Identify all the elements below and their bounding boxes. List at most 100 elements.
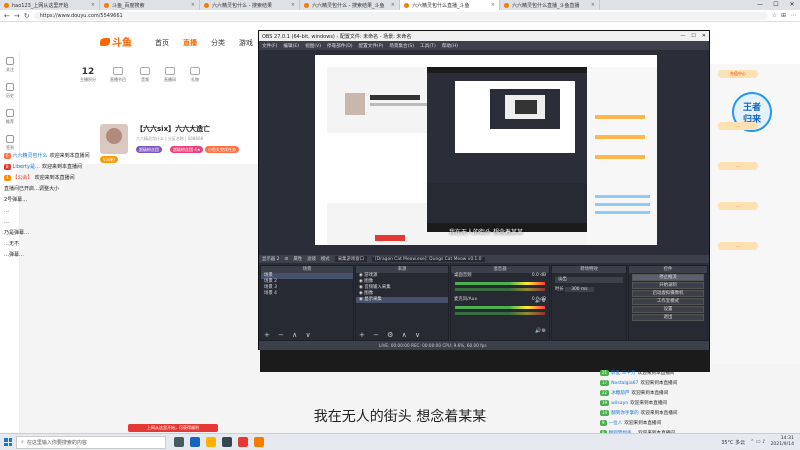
side-button[interactable]: 充值中心 — [718, 70, 758, 78]
menu-scene-collection[interactable]: 场景集合(S) — [389, 43, 414, 49]
start-button[interactable] — [0, 434, 16, 450]
scene-item[interactable]: 场景 4 — [261, 291, 353, 297]
chat-row[interactable]: 2号弹幕… — [0, 194, 260, 205]
browser-tab-active[interactable]: 六六精灵包什么直播_斗鱼 × — [400, 0, 500, 10]
douyu-logo[interactable]: 斗鱼 — [100, 34, 132, 49]
exit-button[interactable]: 退出 — [632, 314, 704, 321]
close-window-button[interactable]: ✕ — [702, 33, 706, 39]
minimize-button[interactable]: — — [680, 33, 685, 39]
nav-games[interactable]: 游戏 — [239, 38, 253, 48]
menu-docks[interactable]: 停靠部件(D) — [327, 43, 353, 49]
gear-icon[interactable]: ⚙ — [284, 257, 288, 262]
close-icon[interactable]: × — [191, 2, 195, 8]
rail-follow[interactable]: 关注 — [0, 52, 20, 78]
chat-row[interactable]: …弹幕… — [0, 249, 260, 260]
virtual-camera-button[interactable]: 启动虚拟摄像机 — [632, 290, 704, 297]
obs-app-icon[interactable] — [222, 437, 232, 447]
properties-button[interactable]: 属性 — [293, 256, 302, 262]
chat-row[interactable]: 21 影乱:三十万 欢迎来到本直播间 — [600, 368, 712, 378]
close-window-button[interactable]: ✕ — [784, 0, 800, 10]
promo-toast[interactable]: 上网从这里开始，可获得福利 — [128, 424, 218, 432]
filters-button[interactable]: 滤镜 — [307, 256, 316, 262]
menu-view[interactable]: 视图(V) — [305, 43, 321, 49]
minimize-button[interactable]: — — [752, 0, 768, 10]
nav-live[interactable]: 直播 — [183, 38, 197, 48]
source-item[interactable]: ◉ 显示采集 — [356, 297, 448, 303]
chat-row[interactable]: 乃是弹幕… — [0, 227, 260, 238]
chat-row[interactable]: … — [0, 216, 260, 227]
app-icon[interactable] — [238, 437, 248, 447]
chat-row[interactable]: 17 Nostalgia67 欢迎来到本直播间 — [600, 378, 712, 388]
source-toolbar[interactable]: + − ⚙ ∧ ∨ — [359, 331, 423, 339]
side-button[interactable]: … — [718, 242, 758, 250]
studio-mode-button[interactable]: 工作室模式 — [632, 298, 704, 305]
stat-room[interactable]: 直播间 — [164, 67, 176, 83]
menu-tools[interactable]: 工具(T) — [420, 43, 436, 49]
chat-row[interactable]: …无不 — [0, 238, 260, 249]
menu-profile[interactable]: 配置文件(P) — [359, 43, 384, 49]
browser-tab[interactable]: 六六精灵包什么直播_斗鱼直播 × — [500, 0, 600, 10]
browser-app-icon[interactable] — [254, 437, 264, 447]
browser-tab[interactable]: 六六精灵包什么 - 搜索结果_斗鱼 × — [300, 0, 400, 10]
browser-tab[interactable]: hao123_上网从这里开始 × — [0, 0, 100, 10]
stat-audio[interactable]: 音频 — [140, 67, 150, 83]
weather-text[interactable]: 35°C 多云 — [721, 439, 745, 446]
start-recording-button[interactable]: 开始录制 — [632, 282, 704, 289]
edge-icon[interactable] — [190, 437, 200, 447]
maximize-button[interactable]: ☐ — [691, 33, 695, 39]
taskbar-search[interactable]: ⌕ 在这里输入你要搜索的内容 — [16, 435, 166, 449]
close-icon[interactable]: × — [291, 2, 295, 8]
close-icon[interactable]: × — [91, 2, 95, 8]
menu-edit[interactable]: 编辑(E) — [283, 43, 299, 49]
browser-tab[interactable]: 斗鱼_百度搜索 × — [100, 0, 200, 10]
audio-volume-slider[interactable] — [455, 312, 545, 315]
stat-points[interactable]: 12 主播积分 — [80, 67, 96, 83]
system-tray: 35°C 多云 ⌃ ▭ ♪ 14:31 2021/9/14 — [721, 436, 800, 448]
transition-select[interactable]: 淡出 — [555, 277, 623, 283]
browser-tab[interactable]: 六六精灵包什么 - 搜索结果 × — [200, 0, 300, 10]
side-button[interactable]: … — [718, 162, 758, 170]
chat-row[interactable]: … — [0, 205, 260, 216]
transition-duration[interactable]: 时长 300 ms — [552, 287, 626, 293]
menu-help[interactable]: 帮助(H) — [442, 43, 458, 49]
side-button[interactable]: … — [718, 122, 758, 130]
window-select[interactable]: [Dragon Cat Meow.exe]: Dungs Cat Meow v0… — [372, 256, 485, 262]
tray-icons[interactable]: ⌃ ▭ ♪ — [750, 439, 765, 445]
star-icon[interactable]: ☆ — [772, 12, 777, 19]
nav-category[interactable]: 分类 — [211, 38, 225, 48]
file-explorer-icon[interactable] — [206, 437, 216, 447]
extensions-icon[interactable]: ⊞ — [781, 12, 786, 19]
forward-icon[interactable]: → — [14, 12, 20, 20]
chat-row[interactable]: 直播间已开启…调整大小 — [0, 183, 260, 194]
speaker-icon[interactable]: 🔊⚙ — [535, 328, 546, 334]
mode-select[interactable]: 采集游戏窗口 — [334, 256, 368, 262]
menu-file[interactable]: 文件(F) — [262, 43, 277, 49]
menu-icon[interactable]: ⋯ — [790, 12, 796, 19]
stat-gift[interactable]: 礼物 — [190, 67, 200, 83]
settings-button[interactable]: 设置 — [632, 306, 704, 313]
chat-row[interactable]: 8 Liberty是… 欢迎来到本直播间 — [0, 161, 260, 172]
obs-preview[interactable]: 我在无人的街头 想念着某某 — [315, 55, 657, 245]
chat-row[interactable]: 22 冰糖葫芦 欢迎来到本直播间 — [600, 388, 712, 398]
url-input[interactable]: https://www.douyu.com/5549661 — [33, 11, 768, 20]
maximize-button[interactable]: ☐ — [768, 0, 784, 10]
task-view-icon[interactable] — [174, 437, 184, 447]
nav-home[interactable]: 首页 — [155, 38, 169, 48]
close-icon[interactable]: × — [491, 2, 495, 8]
promo-banner[interactable]: 王者 归来 — [732, 92, 774, 142]
audio-volume-slider[interactable] — [455, 288, 545, 291]
stat-programs[interactable]: 直播节目 — [110, 67, 126, 83]
chat-row[interactable]: 4 【公会】 欢迎来到本直播间 — [0, 172, 260, 183]
stop-streaming-button[interactable]: 停止推流 — [632, 274, 704, 281]
rail-history[interactable]: 历史 — [0, 78, 20, 104]
back-icon[interactable]: ← — [4, 12, 10, 20]
close-icon[interactable]: × — [391, 2, 395, 8]
chat-row[interactable]: 6 六六精灵包什么 欢迎来到本直播间 — [0, 150, 260, 161]
side-button[interactable]: … — [718, 202, 758, 210]
refresh-icon[interactable]: ↻ — [24, 12, 30, 20]
scene-toolbar[interactable]: + − ∧ ∨ — [264, 331, 314, 339]
speaker-icon[interactable]: 🔊⚙ — [535, 298, 546, 304]
rail-recommend[interactable]: 推荐 — [0, 104, 20, 130]
system-clock[interactable]: 14:31 2021/9/14 — [770, 436, 794, 448]
close-icon[interactable]: × — [591, 2, 595, 8]
